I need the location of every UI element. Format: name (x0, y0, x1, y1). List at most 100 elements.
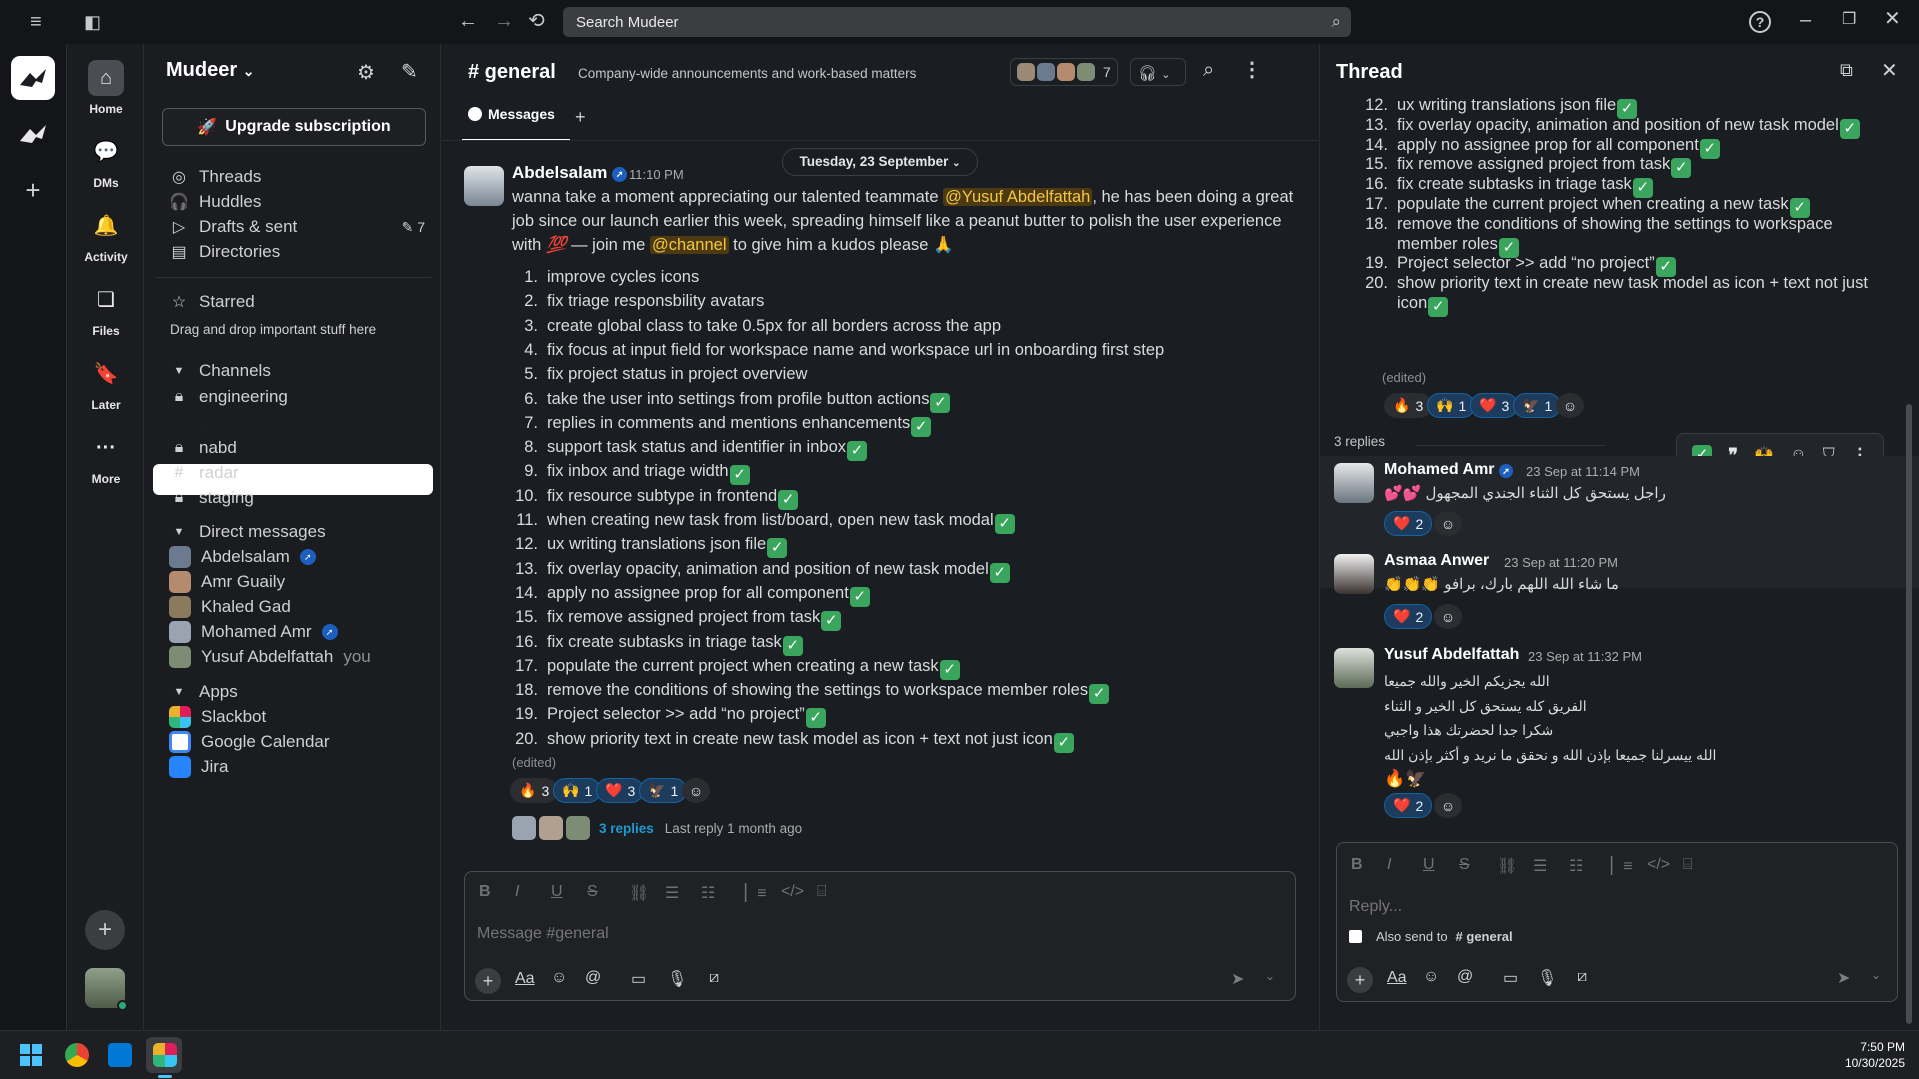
kebab-menu-icon[interactable]: ⋮ (1242, 57, 1262, 82)
underline-icon[interactable]: U (1423, 856, 1435, 874)
slack-icon[interactable] (153, 1043, 177, 1067)
add-reaction-button[interactable]: ☺ (1556, 393, 1584, 418)
send-icon[interactable]: ➤ (1837, 968, 1850, 988)
code-icon[interactable]: </> (1647, 856, 1670, 874)
slash-command-icon[interactable]: ⧄ (1577, 968, 1587, 986)
formatting-icon[interactable]: Aa (1387, 969, 1407, 987)
add-workspace-icon[interactable]: + (11, 168, 55, 212)
channel-search-icon[interactable]: ⌕ (1203, 59, 1214, 82)
message-author[interactable]: Abdelsalam ➚ (512, 163, 628, 183)
add-reaction-button[interactable]: ☺ (682, 778, 710, 803)
strike-icon[interactable]: S (587, 883, 598, 901)
message-avatar[interactable] (464, 166, 504, 206)
reply-avatar[interactable] (1334, 554, 1374, 594)
user-mention[interactable]: @Yusuf Abdelfattah (943, 188, 1093, 206)
back-arrow-icon[interactable]: ← (458, 11, 478, 31)
message-composer[interactable]: B I U S ⛓ ☰ ☷ ▏≡ </> ⌸ + Aa ☺ @ ▭ 🎙︎ ⧄ ➤… (464, 871, 1296, 1001)
apps-header[interactable]: ▼ Apps (169, 678, 238, 706)
thread-summary[interactable]: 3 replies Last reply 1 month ago (512, 816, 802, 840)
add-reaction-button[interactable]: ☺ (1434, 604, 1462, 629)
video-icon[interactable]: ▭ (631, 969, 646, 989)
sidebar-item-drafts[interactable]: ▷ Drafts & sent ✎ 7 (169, 213, 425, 241)
reaction-heart[interactable]: ❤️ 2 (1384, 604, 1433, 629)
reply-author[interactable]: Yusuf Abdelfattah (1384, 646, 1519, 664)
sidebar-item-dm-khaled[interactable]: Khaled Gad (169, 593, 291, 621)
reaction-pill[interactable]: 🔥 3 (1384, 393, 1433, 418)
quote-icon[interactable]: ▏≡ (1611, 856, 1633, 876)
message-time[interactable]: 11:10 PM (629, 167, 684, 182)
sidebar-item-threads[interactable]: ◎ Threads (169, 163, 261, 191)
mention-icon[interactable]: @ (585, 969, 601, 987)
reply-avatar[interactable] (1334, 648, 1374, 688)
bullet-list-icon[interactable]: ☷ (701, 883, 715, 903)
close-window-icon[interactable]: ✕ (1884, 9, 1901, 29)
italic-icon[interactable]: I (1387, 856, 1391, 874)
date-divider[interactable]: Tuesday, 23 September ⌄ (782, 148, 978, 176)
bold-icon[interactable]: B (1351, 856, 1363, 874)
microphone-icon[interactable]: 🎙︎ (667, 969, 687, 989)
sidebar-item-dm-mohamed[interactable]: Mohamed Amr ➚ (169, 618, 338, 646)
nav-home[interactable]: ⌂ Home (67, 60, 145, 116)
reaction-pill[interactable]: 🙌 1 (1427, 393, 1476, 418)
members-button[interactable]: 7 (1010, 58, 1118, 86)
compose-icon[interactable]: ✎ (401, 59, 418, 84)
add-button[interactable]: + (85, 910, 125, 950)
send-options-icon[interactable]: ⌄ (1871, 968, 1881, 982)
italic-icon[interactable]: I (515, 883, 519, 901)
help-icon[interactable]: ? (1749, 11, 1771, 33)
add-tab-icon[interactable]: + (575, 107, 586, 128)
dm-header[interactable]: ▼ Direct messages (169, 518, 326, 546)
bullet-list-icon[interactable]: ☷ (1569, 856, 1583, 876)
history-icon[interactable]: ⟲ (528, 11, 545, 31)
nav-activity[interactable]: 🔔 Activity (67, 208, 145, 264)
minimize-icon[interactable]: – (1800, 10, 1811, 30)
also-send-checkbox[interactable] (1349, 930, 1362, 943)
chrome-icon[interactable] (65, 1043, 89, 1067)
code-icon[interactable]: </> (781, 883, 804, 901)
reply-input[interactable] (1349, 895, 1869, 919)
starred-section[interactable]: ☆ Starred (169, 288, 255, 316)
replies-link[interactable]: 3 replies (599, 821, 654, 836)
restore-icon[interactable]: ❐ (1842, 10, 1856, 30)
workspace-second-button[interactable] (11, 112, 55, 156)
reaction-heart[interactable]: ❤️ 2 (1384, 793, 1433, 818)
popout-icon[interactable]: ⧉ (1840, 60, 1853, 81)
reply-avatar[interactable] (1334, 463, 1374, 503)
slash-command-icon[interactable]: ⧄ (709, 969, 719, 987)
bold-icon[interactable]: B (479, 883, 491, 901)
tab-messages[interactable]: Messages (468, 106, 555, 122)
emoji-icon[interactable]: ☺ (1423, 968, 1439, 986)
ordered-list-icon[interactable]: ☰ (665, 883, 679, 903)
add-reaction-button[interactable]: ☺ (1434, 793, 1462, 818)
sidebar-item-nabd[interactable]: 🔒︎ nabd (169, 434, 237, 462)
upgrade-button[interactable]: 🚀 Upgrade subscription (162, 108, 426, 146)
sidebar-item-google-calendar[interactable]: Google Calendar (169, 728, 330, 756)
nav-files[interactable]: ❏ Files (67, 282, 145, 338)
channel-mention[interactable]: @channel (649, 236, 729, 254)
quote-icon[interactable]: ▏≡ (745, 883, 767, 903)
reply-author[interactable]: Mohamed Amr ➚ (1384, 461, 1513, 479)
reply-time[interactable]: 23 Sep at 11:20 PM (1504, 555, 1618, 570)
sidebar-item-dm-yusuf[interactable]: Yusuf Abdelfattah you (169, 643, 371, 671)
underline-icon[interactable]: U (551, 883, 563, 901)
send-options-icon[interactable]: ⌄ (1265, 969, 1275, 983)
reaction-pill[interactable]: 🙌 1 (553, 778, 602, 803)
add-reaction-button[interactable]: ☺ (1434, 511, 1462, 536)
microphone-icon[interactable]: 🎙︎ (1537, 968, 1557, 988)
code-block-icon[interactable]: ⌸ (817, 883, 827, 901)
sidebar-item-slackbot[interactable]: Slackbot (169, 703, 266, 731)
windows-start-icon[interactable] (20, 1044, 42, 1066)
sidebar-item-dm-abdelsalam[interactable]: Abdelsalam ➚ (169, 543, 316, 571)
strike-icon[interactable]: S (1459, 856, 1470, 874)
sidebar-item-radar[interactable]: # radar (169, 459, 239, 487)
code-block-icon[interactable]: ⌸ (1683, 856, 1693, 874)
reaction-pill[interactable]: 🔥 3 (510, 778, 559, 803)
sidebar-item-general[interactable]: # general (169, 409, 256, 437)
link-icon[interactable]: ⛓ (1497, 856, 1517, 876)
reaction-pill[interactable]: 🦅 1 (1513, 393, 1562, 418)
formatting-icon[interactable]: Aa (515, 970, 535, 988)
channels-header[interactable]: ▼ Channels (169, 357, 271, 385)
sidebar-item-directories[interactable]: ▤ Directories (169, 238, 280, 266)
reaction-pill[interactable]: ❤️ 3 (596, 778, 645, 803)
vscode-icon[interactable] (108, 1043, 132, 1067)
